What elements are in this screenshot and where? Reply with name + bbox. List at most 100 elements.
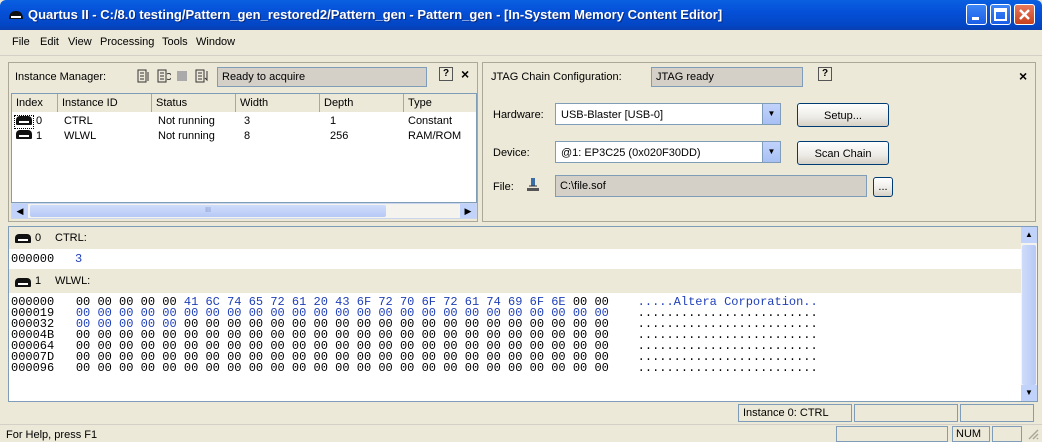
memory-chip-icon [15,234,31,246]
hex-byte[interactable]: 00 [141,361,155,375]
wlwl-label: WLWL: [55,275,91,287]
continuous-run-icon[interactable] [157,69,173,86]
resize-grip-icon[interactable] [1026,427,1039,442]
scroll-up-icon[interactable]: ▲ [1021,227,1037,243]
file-field[interactable]: C:\file.sof [555,175,867,197]
row-depth: 1 [330,115,337,127]
col-depth[interactable]: Depth [320,94,404,112]
hex-byte[interactable]: 00 [378,361,392,375]
hex-byte[interactable]: 00 [573,361,587,375]
setup-button[interactable]: Setup... [797,103,889,127]
col-index[interactable]: Index [12,94,58,112]
menu-file[interactable]: File [12,36,30,48]
hex-byte[interactable]: 00 [400,361,414,375]
hex-byte[interactable]: 00 [465,361,479,375]
run-once-icon[interactable] [137,69,151,86]
hex-byte[interactable]: 00 [551,361,565,375]
hex-byte[interactable]: 00 [76,361,90,375]
device-value: @1: EP3C25 (0x020F30DD) [561,147,701,159]
hex-ascii: ......................... [637,361,818,375]
programmer-icon [525,177,541,196]
hex-byte[interactable]: 00 [249,361,263,375]
ctrl-value[interactable]: 3 [75,253,82,265]
ctrl-index: 0 [35,232,42,244]
hex-byte[interactable]: 00 [422,361,436,375]
hex-byte[interactable]: 00 [184,361,198,375]
device-label: Device: [493,147,530,159]
app-icon[interactable] [8,9,24,21]
scroll-thumb[interactable] [1022,245,1036,385]
hex-byte[interactable]: 00 [357,361,371,375]
jtag-close-icon[interactable]: × [1019,68,1027,84]
hex-byte[interactable]: 00 [97,361,111,375]
scan-chain-button[interactable]: Scan Chain [797,141,889,165]
memory-editor: 0 CTRL: 000000 3 1 WLWL: 000000 00 00 00… [8,226,1038,402]
table-row[interactable]: 1 WLWL Not running 8 256 RAM/ROM [12,128,476,143]
hex-byte[interactable]: 00 [486,361,500,375]
hex-byte[interactable]: 00 [119,361,133,375]
menu-tools[interactable]: Tools [162,36,188,48]
device-select[interactable]: @1: EP3C25 (0x020F30DD) ▼ [555,141,781,163]
hex-byte[interactable]: 00 [335,361,349,375]
hex-byte[interactable]: 00 [443,361,457,375]
hex-byte[interactable]: 00 [270,361,284,375]
jtag-panel: JTAG Chain Configuration: JTAG ready ? ×… [482,62,1036,222]
help-text: For Help, press F1 [6,429,98,441]
status-bar: For Help, press F1 NUM [0,424,1042,442]
chevron-down-icon[interactable]: ▼ [762,104,780,124]
browse-button[interactable]: ... [873,177,893,197]
col-type[interactable]: Type [404,94,476,112]
hex-byte[interactable]: 00 [530,361,544,375]
scroll-right-icon[interactable]: ▶ [460,204,476,218]
col-status[interactable]: Status [152,94,236,112]
status-pane-1 [836,426,948,442]
close-button[interactable] [1014,4,1035,25]
jtag-status-field: JTAG ready [651,67,803,87]
write-icon[interactable] [195,69,209,86]
row-type: RAM/ROM [408,130,462,142]
menu-processing[interactable]: Processing [100,36,154,48]
scroll-thumb[interactable]: III [30,205,386,217]
horizontal-scrollbar[interactable]: ◀ III ▶ [11,203,477,219]
col-instance-id[interactable]: Instance ID [58,94,152,112]
scroll-left-icon[interactable]: ◀ [12,204,28,218]
help-icon[interactable]: ? [439,67,453,81]
instance-status-field: Ready to acquire [217,67,427,87]
minimize-button[interactable] [966,4,987,25]
hardware-select[interactable]: USB-Blaster [USB-0] ▼ [555,103,781,125]
row-width: 8 [244,130,251,142]
row-index: 0 [36,115,43,127]
row-status: Not running [158,130,215,142]
hex-byte[interactable]: 00 [508,361,522,375]
jtag-label: JTAG Chain Configuration: [491,71,622,83]
ctrl-header[interactable]: 0 CTRL: [9,227,1021,249]
table-row[interactable]: 0 CTRL Not running 3 1 Constant [12,113,476,129]
maximize-button[interactable] [990,4,1011,25]
hex-byte[interactable]: 00 [594,361,608,375]
hex-byte[interactable]: 00 [205,361,219,375]
hex-byte[interactable]: 00 [292,361,306,375]
menu-edit[interactable]: Edit [40,36,59,48]
hex-row[interactable]: 000096 00 00 00 00 00 00 00 00 00 00 00 … [11,361,818,375]
row-instance-id: WLWL [64,130,97,142]
wlwl-header[interactable]: 1 WLWL: [9,269,1021,293]
hex-grid[interactable]: 000000 00 00 00 00 00 41 6C 74 65 72 61 … [11,296,1021,401]
hex-byte[interactable]: 00 [162,361,176,375]
ctrl-label: CTRL: [55,232,87,244]
close-panel-icon[interactable]: × [461,66,469,82]
vertical-scrollbar[interactable]: ▲ ▼ [1021,227,1037,401]
title-bar[interactable]: Quartus II - C:/8.0 testing/Pattern_gen_… [0,0,1042,30]
scroll-down-icon[interactable]: ▼ [1021,385,1037,401]
chevron-down-icon[interactable]: ▼ [762,142,780,162]
status-cell-3 [960,404,1034,422]
menu-window[interactable]: Window [196,36,235,48]
hex-byte[interactable]: 00 [227,361,241,375]
jtag-help-icon[interactable]: ? [818,67,832,81]
hardware-value: USB-Blaster [USB-0] [561,109,664,121]
menu-view[interactable]: View [68,36,92,48]
memory-chip-icon [16,130,32,142]
stop-icon[interactable] [177,71,187,81]
col-width[interactable]: Width [236,94,320,112]
hex-byte[interactable]: 00 [314,361,328,375]
row-type: Constant [408,115,453,127]
